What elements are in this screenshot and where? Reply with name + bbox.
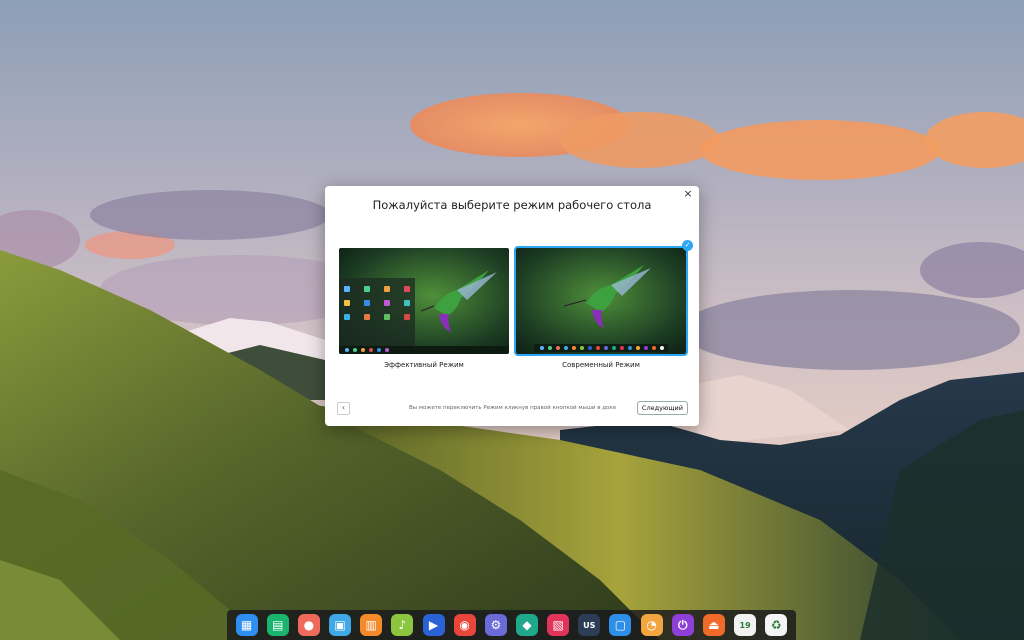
app-store-icon[interactable]: ◆ bbox=[515, 614, 538, 636]
video-player-icon[interactable]: ▶ bbox=[422, 614, 445, 636]
efficient-mode-option[interactable]: Эффективный Режим bbox=[337, 246, 511, 369]
archive-manager-icon[interactable]: ▣ bbox=[329, 614, 352, 636]
power-icon[interactable]: ⏻ bbox=[671, 614, 694, 636]
modern-mode-option[interactable]: ✓ Современный Режим bbox=[514, 240, 693, 369]
keyboard-layout-icon[interactable]: US bbox=[578, 614, 601, 636]
modern-mode-label: Современный Режим bbox=[562, 361, 640, 369]
trash-icon[interactable]: ♻ bbox=[765, 614, 788, 636]
launcher-icon[interactable]: ▦ bbox=[235, 614, 258, 636]
calendar-icon[interactable]: 19 bbox=[734, 614, 757, 636]
efficient-mode-thumbnail bbox=[339, 248, 509, 354]
chrome-icon[interactable]: ◉ bbox=[453, 614, 476, 636]
efficient-mode-preview bbox=[337, 246, 511, 356]
file-manager-icon[interactable]: ▤ bbox=[266, 614, 289, 636]
modern-mode-preview bbox=[514, 246, 688, 356]
dock: ▦ ▤ ● ▣ ▥ ♪ ▶ ◉ ⚙ ◆ ▧ US ▢ ◔ ⏻ ⏏ 19 ♻ bbox=[227, 610, 796, 640]
back-button[interactable]: ‹ bbox=[337, 402, 350, 415]
desktop-mode-dialog: × Пожалуйста выберите режим рабочего сто… bbox=[325, 186, 699, 426]
clock-icon[interactable]: ◔ bbox=[640, 614, 663, 636]
eject-icon[interactable]: ⏏ bbox=[702, 614, 725, 636]
mode-switch-hint: Вы можете переключить Режим кликнув прав… bbox=[409, 405, 617, 411]
store-icon[interactable]: ▥ bbox=[360, 614, 383, 636]
efficient-mode-label: Эффективный Режим bbox=[384, 361, 464, 369]
selected-check-icon: ✓ bbox=[682, 240, 693, 251]
next-button[interactable]: Следующий bbox=[636, 401, 688, 415]
modern-mode-thumbnail bbox=[516, 248, 686, 354]
gallery-icon[interactable]: ▧ bbox=[547, 614, 570, 636]
dialog-title: Пожалуйста выберите режим рабочего стола bbox=[372, 198, 652, 212]
settings-icon[interactable]: ⚙ bbox=[484, 614, 507, 636]
music-icon[interactable]: ♪ bbox=[391, 614, 414, 636]
screenshot-icon[interactable]: ▢ bbox=[609, 614, 632, 636]
screen-recorder-icon[interactable]: ● bbox=[297, 614, 320, 636]
